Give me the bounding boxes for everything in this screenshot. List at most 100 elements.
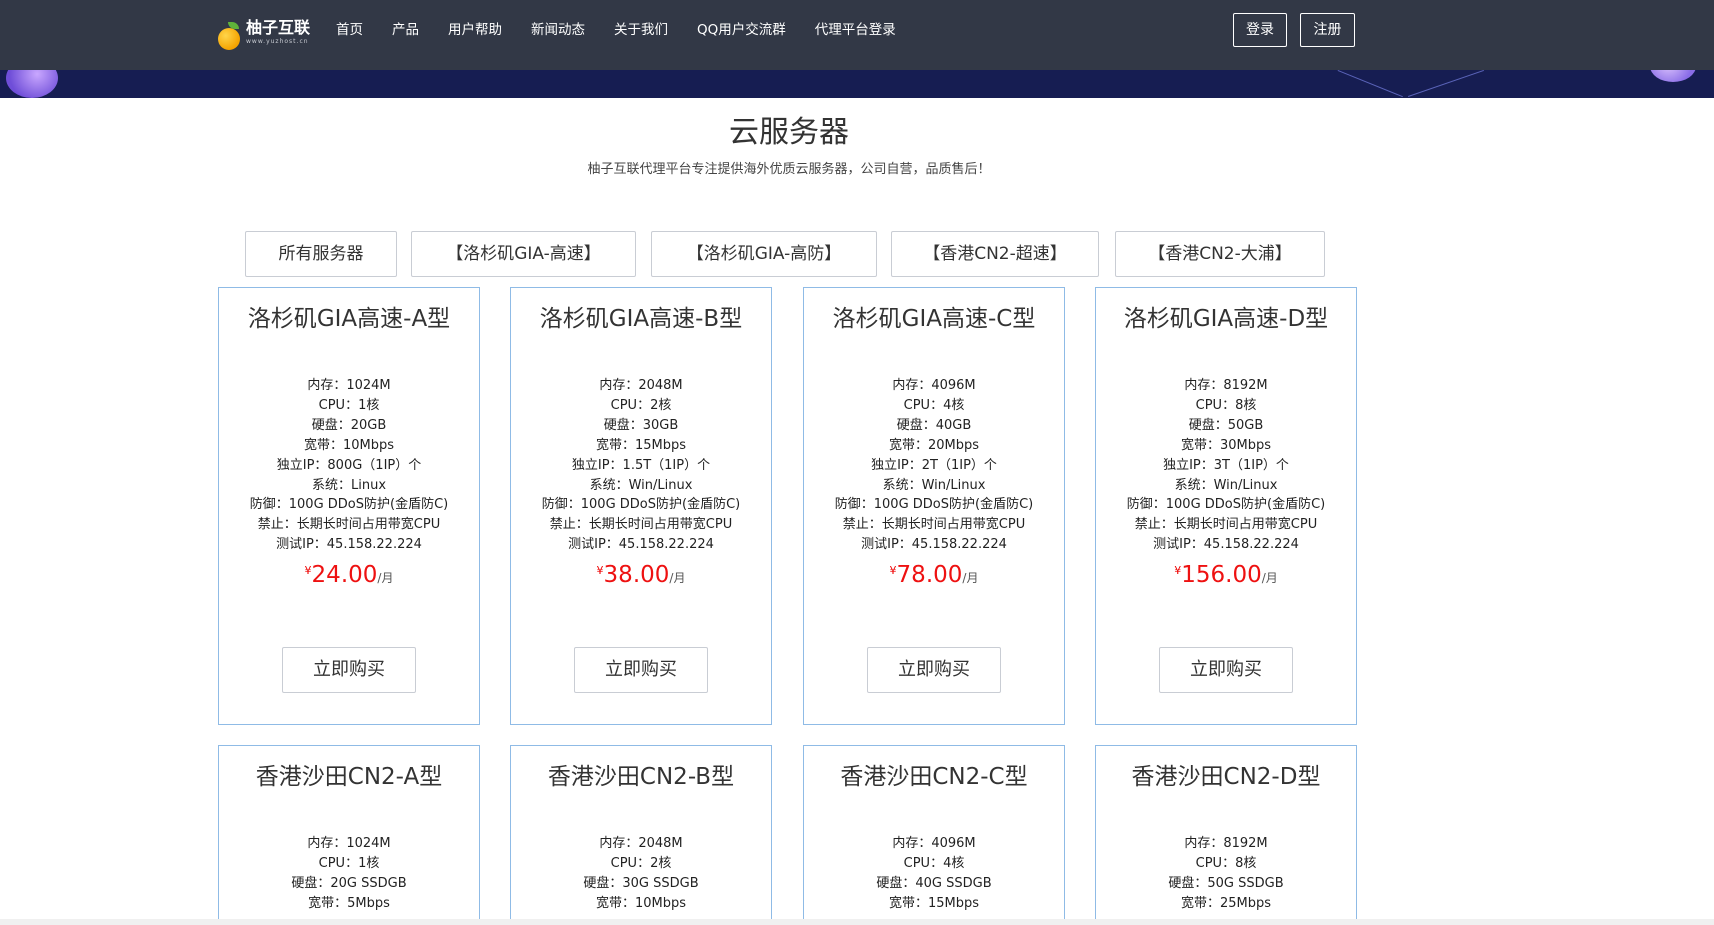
price: ¥24.00/月: [219, 562, 479, 588]
spec-defense: 防御：100G DDoS防护(金盾防C): [834, 497, 1034, 513]
orange-logo-icon: [218, 22, 242, 50]
card-title: 洛杉矶GIA高速-A型: [247, 306, 451, 332]
spec-test-ip: 测试IP：45.158.22.224: [568, 537, 714, 553]
spec-prohibited: 禁止：长期长时间占用带宽CPU: [549, 517, 733, 533]
spec-bandwidth: 宽带：10Mbps: [595, 895, 687, 911]
price: ¥38.00/月: [511, 562, 771, 588]
price-currency: ¥: [1174, 564, 1182, 577]
spec-test-ip: 测试IP：45.158.22.224: [861, 537, 1007, 553]
spec-os: 系统：Win/Linux: [589, 477, 693, 493]
product-card: 洛杉矶GIA高速-A型 内存：1024M CPU：1核 硬盘：20GB 宽带：1…: [218, 287, 480, 725]
nav-item-home[interactable]: 首页: [336, 0, 363, 60]
spec-bandwidth: 宽带：15Mbps: [595, 437, 687, 453]
spec-ip: 独立IP：800G（1IP）个: [276, 457, 422, 473]
spec-defense: 防御：100G DDoS防护(金盾防C): [249, 497, 449, 513]
buy-now-button[interactable]: 立即购买: [867, 647, 1001, 693]
spec-memory: 内存：1024M: [307, 378, 391, 393]
spec-cpu: CPU：2核: [610, 855, 672, 871]
spec-bandwidth: 宽带：30Mbps: [1180, 437, 1272, 453]
spec-memory: 内存：4096M: [892, 836, 976, 851]
spec-list: 内存：2048M CPU：2核 硬盘：30GB 宽带：15Mbps 独立IP：1…: [511, 376, 771, 555]
spec-disk: 硬盘：50G SSDGB: [1168, 875, 1284, 891]
spec-prohibited: 禁止：长期长时间占用带宽CPU: [1134, 517, 1318, 533]
spec-prohibited: 禁止：长期长时间占用带宽CPU: [257, 517, 441, 533]
spec-os: 系统：Linux: [311, 477, 387, 493]
price-amount: 24.00: [311, 562, 378, 588]
price-amount: 38.00: [603, 562, 670, 588]
spec-disk: 硬盘：30GB: [603, 417, 679, 433]
top-navbar: 柚子互联 www.yuzhost.cn 首页 产品 用户帮助 新闻动态 关于我们…: [0, 0, 1714, 70]
tab-all-servers[interactable]: 所有服务器: [245, 231, 397, 277]
spec-os: 系统：Win/Linux: [882, 477, 986, 493]
card-title: 香港沙田CN2-A型: [255, 764, 443, 790]
card-title: 洛杉矶GIA高速-D型: [1123, 306, 1329, 332]
spec-cpu: CPU：4核: [903, 855, 965, 871]
price-amount: 156.00: [1181, 562, 1262, 588]
spec-memory: 内存：4096M: [892, 378, 976, 393]
spec-defense: 防御：100G DDoS防护(金盾防C): [1126, 497, 1326, 513]
spec-memory: 内存：2048M: [599, 378, 683, 393]
tab-hk-cn2-taipo[interactable]: 【香港CN2-大浦】: [1115, 231, 1325, 277]
tab-la-gia-fast[interactable]: 【洛杉矶GIA-高速】: [411, 231, 636, 277]
spec-cpu: CPU：8核: [1195, 855, 1257, 871]
price-currency: ¥: [596, 564, 604, 577]
spec-ip: 独立IP：3T（1IP）个: [1163, 457, 1289, 473]
spec-cpu: CPU：2核: [610, 397, 672, 413]
product-card: 香港沙田CN2-C型 内存：4096M CPU：4核 硬盘：40G SSDGB …: [803, 745, 1065, 925]
spec-defense: 防御：100G DDoS防护(金盾防C): [541, 497, 741, 513]
section-subtitle: 柚子互联代理平台专注提供海外优质云服务器，公司自营，品质售后！: [587, 162, 991, 177]
nav-item-qq-group[interactable]: QQ用户交流群: [697, 0, 786, 60]
spec-list: 内存：2048M CPU：2核 硬盘：30G SSDGB 宽带：10Mbps: [511, 834, 771, 914]
spec-disk: 硬盘：30G SSDGB: [583, 875, 699, 891]
spec-memory: 内存：8192M: [1184, 378, 1268, 393]
card-title: 香港沙田CN2-B型: [547, 764, 735, 790]
tab-la-gia-ddos[interactable]: 【洛杉矶GIA-高防】: [651, 231, 877, 277]
spec-bandwidth: 宽带：5Mbps: [308, 895, 390, 911]
decorative-orb: [1650, 70, 1696, 82]
product-card: 香港沙田CN2-A型 内存：1024M CPU：1核 硬盘：20G SSDGB …: [218, 745, 480, 925]
logo[interactable]: 柚子互联 www.yuzhost.cn: [218, 18, 310, 52]
spec-list: 内存：1024M CPU：1核 硬盘：20G SSDGB 宽带：5Mbps: [219, 834, 479, 914]
spec-test-ip: 测试IP：45.158.22.224: [276, 537, 422, 553]
logo-name: 柚子互联: [246, 18, 311, 37]
login-button[interactable]: 登录: [1233, 13, 1287, 47]
decorative-orb: [6, 70, 58, 98]
spec-memory: 内存：2048M: [599, 836, 683, 851]
product-card: 洛杉矶GIA高速-C型 内存：4096M CPU：4核 硬盘：40GB 宽带：2…: [803, 287, 1065, 725]
spec-list: 内存：8192M CPU：8核 硬盘：50GB 宽带：30Mbps 独立IP：3…: [1096, 376, 1356, 555]
spec-disk: 硬盘：20GB: [311, 417, 387, 433]
price: ¥78.00/月: [804, 562, 1064, 588]
nav-item-products[interactable]: 产品: [392, 0, 419, 60]
nav-item-about[interactable]: 关于我们: [614, 0, 668, 60]
buy-now-button[interactable]: 立即购买: [1159, 647, 1293, 693]
hero-banner: [0, 70, 1714, 98]
product-card: 香港沙田CN2-B型 内存：2048M CPU：2核 硬盘：30G SSDGB …: [510, 745, 772, 925]
tab-hk-cn2-super[interactable]: 【香港CN2-超速】: [891, 231, 1099, 277]
product-card: 香港沙田CN2-D型 内存：8192M CPU：8核 硬盘：50G SSDGB …: [1095, 745, 1357, 925]
spec-disk: 硬盘：20G SSDGB: [291, 875, 407, 891]
nav-item-help[interactable]: 用户帮助: [448, 0, 502, 60]
card-title: 香港沙田CN2-C型: [840, 764, 1028, 790]
nav-item-agent-login[interactable]: 代理平台登录: [815, 0, 896, 60]
spec-list: 内存：8192M CPU：8核 硬盘：50G SSDGB 宽带：25Mbps: [1096, 834, 1356, 914]
spec-list: 内存：4096M CPU：4核 硬盘：40G SSDGB 宽带：15Mbps: [804, 834, 1064, 914]
card-title: 香港沙田CN2-D型: [1131, 764, 1321, 790]
decorative-line: [1408, 70, 1484, 97]
spec-cpu: CPU：1核: [318, 855, 380, 871]
price-currency: ¥: [304, 564, 312, 577]
buy-now-button[interactable]: 立即购买: [282, 647, 416, 693]
decorative-line: [1337, 70, 1403, 98]
register-button[interactable]: 注册: [1300, 13, 1355, 47]
price-unit: /月: [962, 571, 979, 585]
page-bottom-edge: [0, 919, 1714, 925]
nav-item-news[interactable]: 新闻动态: [531, 0, 585, 60]
spec-disk: 硬盘：50GB: [1188, 417, 1264, 433]
spec-cpu: CPU：4核: [903, 397, 965, 413]
spec-disk: 硬盘：40G SSDGB: [876, 875, 992, 891]
price-currency: ¥: [889, 564, 897, 577]
spec-list: 内存：4096M CPU：4核 硬盘：40GB 宽带：20Mbps 独立IP：2…: [804, 376, 1064, 555]
buy-now-button[interactable]: 立即购买: [574, 647, 708, 693]
logo-url: www.yuzhost.cn: [246, 38, 309, 45]
spec-bandwidth: 宽带：20Mbps: [888, 437, 980, 453]
spec-cpu: CPU：1核: [318, 397, 380, 413]
